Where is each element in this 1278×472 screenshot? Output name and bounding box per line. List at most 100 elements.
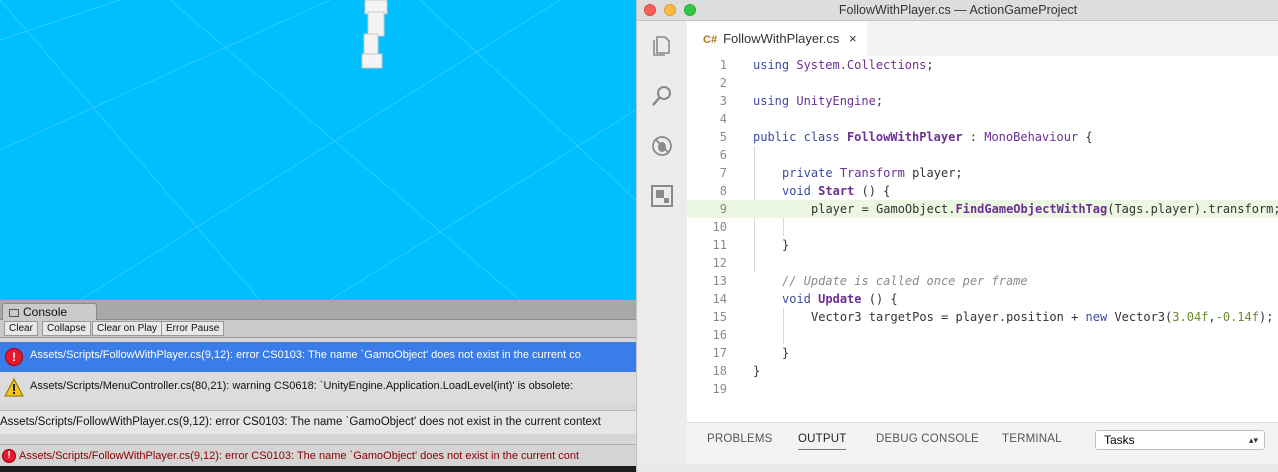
line-number: 17 (712, 346, 727, 360)
code-token: Start (818, 184, 855, 198)
line-number: 3 (719, 94, 727, 108)
scene-grid (0, 0, 636, 300)
code-token: ; (875, 94, 884, 108)
code-token: FindGameObjectWithTag (955, 202, 1108, 216)
code-token: player = GamoObject. (811, 202, 956, 216)
code-token: using (753, 94, 790, 108)
line-number: 11 (712, 238, 727, 252)
line-number: 18 (712, 364, 727, 378)
code-token: new (1085, 310, 1108, 324)
code-token: Transform (839, 166, 905, 180)
code-editor[interactable]: 1 using System.Collections; 2 3 using Unit… (687, 56, 1278, 422)
code-line: 5 public class FollowWithPlayer : MonoBeh… (687, 128, 1278, 146)
tab-followwithplayer[interactable]: C# FollowWithPlayer.cs × (687, 21, 867, 56)
code-token: void (782, 184, 811, 198)
code-token: () { (861, 292, 898, 306)
code-line: 8 void Start () { (687, 182, 1278, 200)
extensions-icon[interactable] (650, 184, 674, 208)
line-number: 6 (719, 148, 727, 162)
line-number: 15 (712, 310, 727, 324)
line-number: 1 (719, 58, 727, 72)
code-token: { (1078, 130, 1093, 144)
code-line: 3 using UnityEngine; (687, 92, 1278, 110)
console-entry-text: Assets/Scripts/FollowWithPlayer.cs(9,12)… (30, 349, 581, 361)
console-entry-warning[interactable]: Assets/Scripts/MenuController.cs(80,21):… (0, 372, 636, 404)
line-number: 7 (719, 166, 727, 180)
scene-view[interactable] (0, 0, 636, 300)
console-detail-text: Assets/Scripts/FollowWithPlayer.cs(9,12)… (0, 416, 601, 428)
error-icon: ! (5, 348, 23, 366)
code-token: Update (818, 292, 862, 306)
line-number: 4 (719, 112, 727, 126)
code-token: Vector3 targetPos = player.position + (811, 310, 1086, 324)
code-token: Vector3( (1107, 310, 1173, 324)
code-token: 3.04f (1172, 310, 1209, 324)
dock-strip (0, 466, 636, 472)
csharp-file-icon: C# (703, 34, 718, 46)
files-icon[interactable] (650, 34, 674, 58)
tasks-select[interactable]: Tasks ▴▾ (1095, 430, 1265, 450)
code-line: 10 (687, 218, 1278, 236)
code-line: 1 using System.Collections; (687, 56, 1278, 74)
bottom-strip (637, 464, 1278, 472)
code-token: private (782, 166, 833, 180)
code-token: () { (854, 184, 891, 198)
code-token: class (803, 130, 840, 144)
vscode-window: FollowWithPlayer.cs — ActionGameProject … (636, 0, 1278, 472)
code-token: } (753, 364, 761, 378)
console-entry-text: Assets/Scripts/MenuController.cs(80,21):… (30, 380, 574, 392)
console-entry-error[interactable]: ! Assets/Scripts/FollowWithPlayer.cs(9,1… (0, 342, 636, 372)
tab-label: FollowWithPlayer.cs (723, 31, 840, 46)
tab-problems[interactable]: PROBLEMS (707, 433, 773, 445)
code-token: , (1208, 310, 1216, 324)
line-number: 2 (719, 76, 727, 90)
line-number: 9 (719, 202, 727, 216)
code-line: 15 Vector3 targetPos = player.position + … (687, 308, 1278, 326)
code-line: 18} (687, 362, 1278, 380)
code-token: public (753, 130, 797, 144)
zoom-window-button[interactable] (684, 4, 696, 16)
code-token: ; (926, 58, 934, 72)
error-pause-button[interactable]: Error Pause (161, 321, 225, 336)
code-token: ); (1258, 310, 1274, 324)
line-number: 16 (712, 328, 727, 342)
tab-output[interactable]: OUTPUT (798, 433, 847, 450)
code-token: FollowWithPlayer (846, 130, 963, 144)
window-title: FollowWithPlayer.cs — ActionGameProject (838, 3, 1078, 17)
player-character (361, 0, 388, 69)
console-tab[interactable]: Console (2, 303, 97, 321)
minimize-window-button[interactable] (664, 4, 676, 16)
status-bar-message[interactable]: ! Assets/Scripts/FollowWithPlayer.cs(9,1… (0, 444, 636, 466)
code-comment: // Update is called once per frame (782, 274, 1028, 288)
code-token: } (782, 346, 790, 360)
code-token: } (782, 238, 790, 252)
code-line: 7 private Transform player; (687, 164, 1278, 182)
console-tabbar: Console (0, 300, 636, 321)
console-panel: Console Clear Collapse Clear on Play Err… (0, 300, 636, 472)
code-token: UnityEngine (796, 94, 876, 108)
warning-icon (4, 378, 24, 397)
code-line-highlighted: 9 player = GamoObject.FindGameObjectWithT… (687, 200, 1278, 218)
code-line: 14 void Update () { (687, 290, 1278, 308)
code-line: 16 (687, 326, 1278, 344)
code-line: 4 (687, 110, 1278, 128)
select-arrows-icon: ▴▾ (1248, 435, 1258, 445)
code-line: 6 (687, 146, 1278, 164)
clear-button[interactable]: Clear (4, 321, 38, 336)
code-token: System.Collections (796, 58, 927, 72)
debug-icon[interactable] (650, 134, 674, 158)
search-icon[interactable] (650, 84, 674, 108)
tab-debug-console[interactable]: DEBUG CONSOLE (876, 433, 979, 445)
clear-on-play-button[interactable]: Clear on Play (92, 321, 163, 336)
collapse-button[interactable]: Collapse (42, 321, 91, 336)
bottom-panel: PROBLEMS OUTPUT DEBUG CONSOLE TERMINAL T… (687, 422, 1278, 464)
line-number: 8 (719, 184, 727, 198)
line-number: 12 (712, 256, 727, 270)
tab-terminal[interactable]: TERMINAL (1002, 433, 1062, 445)
code-token: : (962, 130, 985, 144)
line-number: 14 (712, 292, 727, 306)
console-detail: Assets/Scripts/FollowWithPlayer.cs(9,12)… (0, 410, 636, 434)
close-icon[interactable]: × (849, 21, 857, 56)
close-window-button[interactable] (644, 4, 656, 16)
code-token: (Tags.player).transform; (1107, 202, 1278, 216)
